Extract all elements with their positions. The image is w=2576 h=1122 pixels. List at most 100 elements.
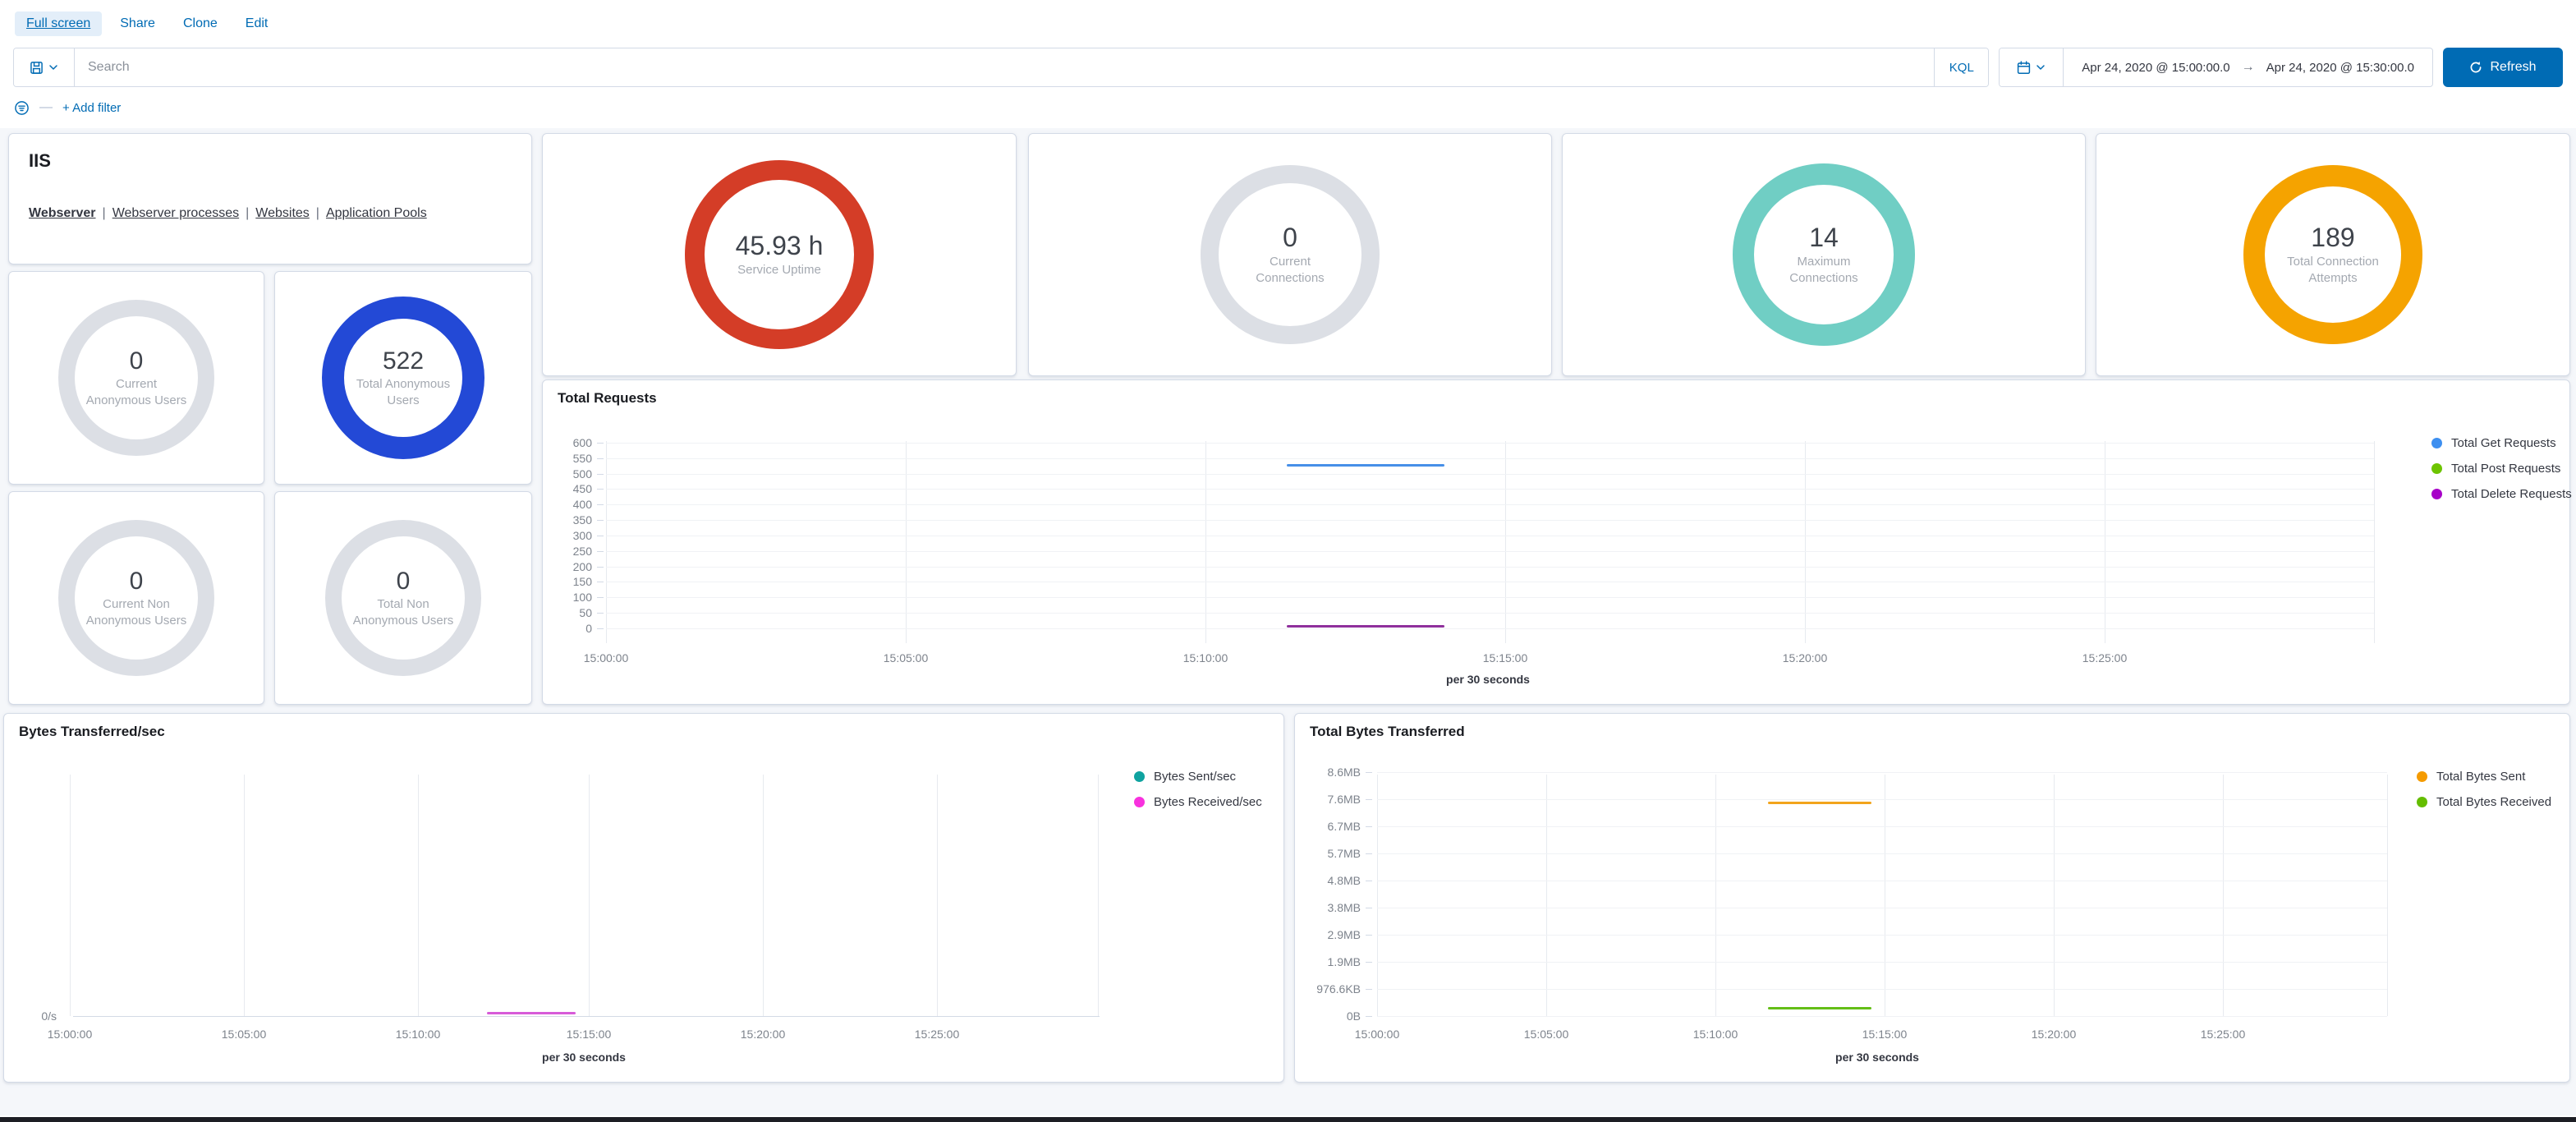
link-websites[interactable]: Websites <box>255 206 310 220</box>
panel-total-connection-attempts: 189 Total Connection Attempts <box>2096 133 2570 376</box>
iis-links: Webserver|Webserver processes|Websites|A… <box>29 206 427 221</box>
top-navigation: Full screen Share Clone Edit <box>0 0 2576 48</box>
gauge-label: Current Connections <box>1237 254 1343 286</box>
gauge-value: 45.93 h <box>709 232 849 260</box>
legend-item[interactable]: Total Bytes Received <box>2417 795 2551 809</box>
calendar-icon <box>2017 61 2031 75</box>
nav-full-screen[interactable]: Full screen <box>15 11 102 36</box>
y-tick: 50 <box>543 606 592 619</box>
save-icon <box>30 61 44 75</box>
y-tick: 0B <box>1295 1009 1361 1023</box>
legend-label: Total Delete Requests <box>2451 487 2572 501</box>
add-filter-button[interactable]: + Add filter <box>62 101 121 115</box>
gauge-current-non-anonymous-users: 0 Current Non Anonymous Users <box>9 492 264 704</box>
gauge-current-connections: 0 Current Connections <box>1029 134 1551 375</box>
x-axis-label: per 30 seconds <box>502 1051 666 1064</box>
date-to[interactable]: Apr 24, 2020 @ 15:30:00.0 <box>2266 61 2414 75</box>
gauge-value: 189 <box>2279 223 2387 252</box>
legend-item[interactable]: Bytes Received/sec <box>1134 795 1262 809</box>
x-tick: 15:05:00 <box>203 1028 285 1041</box>
link-application-pools[interactable]: Application Pools <box>326 206 427 220</box>
y-tick: 100 <box>543 591 592 604</box>
nav-share[interactable]: Share <box>120 16 155 31</box>
x-axis-label: per 30 seconds <box>1406 673 1570 686</box>
legend-dot <box>2417 797 2427 807</box>
refresh-button[interactable]: Refresh <box>2443 48 2563 87</box>
panel-total-requests: Total Requests <box>542 379 2570 705</box>
series-line-bytes-received-per-sec <box>487 1012 576 1014</box>
y-tick: 3.8MB <box>1295 901 1361 914</box>
y-tick: 550 <box>543 452 592 465</box>
y-tick: 0/s <box>4 1009 57 1023</box>
legend-dot <box>1134 797 1145 807</box>
x-tick: 15:00:00 <box>1336 1028 1418 1041</box>
panel-total-anonymous-users: 522 Total Anonymous Users <box>274 271 532 485</box>
gauge-label: Service Uptime <box>709 262 849 278</box>
query-bar-row: KQL Apr 24, 2020 @ 15:00:00.0 → Apr 24, … <box>0 48 2576 87</box>
bottom-edge-bar <box>0 1117 2576 1122</box>
gauge-value: 0 <box>80 568 192 595</box>
x-tick: 15:10:00 <box>377 1028 459 1041</box>
panel-service-uptime: 45.93 h Service Uptime <box>542 133 1017 376</box>
chart-legend: Total Get Requests Total Post Requests T… <box>2431 436 2572 501</box>
calendar-button[interactable] <box>2000 48 2064 86</box>
x-axis-label: per 30 seconds <box>1795 1051 1959 1064</box>
legend-item[interactable]: Bytes Sent/sec <box>1134 770 1262 784</box>
saved-query-button[interactable] <box>14 48 75 86</box>
series-line-total-bytes-received <box>1768 1007 1871 1009</box>
date-range: Apr 24, 2020 @ 15:00:00.0 → Apr 24, 2020… <box>2064 48 2432 86</box>
x-tick: 15:10:00 <box>1674 1028 1756 1041</box>
y-tick: 300 <box>543 529 592 542</box>
x-tick: 15:05:00 <box>1505 1028 1587 1041</box>
iis-title: IIS <box>29 150 51 172</box>
x-tick: 15:25:00 <box>2182 1028 2264 1041</box>
filter-icon[interactable] <box>14 100 30 116</box>
filter-divider <box>39 107 53 108</box>
x-tick: 15:15:00 <box>1844 1028 1926 1041</box>
chevron-down-icon <box>48 62 58 72</box>
chart-title: Total Requests <box>558 390 657 407</box>
legend-label: Bytes Sent/sec <box>1154 770 1236 784</box>
panel-iis: IIS Webserver|Webserver processes|Websit… <box>8 133 532 264</box>
y-tick: 5.7MB <box>1295 847 1361 860</box>
y-tick: 350 <box>543 513 592 527</box>
legend-label: Total Get Requests <box>2451 436 2556 450</box>
y-tick: 1.9MB <box>1295 955 1361 968</box>
x-tick: 15:00:00 <box>565 651 647 664</box>
y-tick: 4.8MB <box>1295 874 1361 887</box>
legend-item[interactable]: Total Delete Requests <box>2431 487 2572 501</box>
chart-title: Bytes Transferred/sec <box>19 724 165 740</box>
date-from[interactable]: Apr 24, 2020 @ 15:00:00.0 <box>2082 61 2229 75</box>
x-tick: 15:20:00 <box>1764 651 1846 664</box>
legend-item[interactable]: Total Bytes Sent <box>2417 770 2551 784</box>
panel-total-bytes-transferred: Total Bytes Transferred <box>1294 713 2570 1083</box>
gauge-label: Total Non Anonymous Users <box>347 596 459 628</box>
gauge-label: Maximum Connections <box>1770 254 1877 286</box>
legend-label: Total Post Requests <box>2451 462 2560 476</box>
nav-clone[interactable]: Clone <box>183 16 218 31</box>
legend-dot <box>2431 489 2442 499</box>
kql-button[interactable]: KQL <box>1934 48 1988 86</box>
link-webserver-processes[interactable]: Webserver processes <box>112 206 239 220</box>
y-tick: 7.6MB <box>1295 793 1361 806</box>
y-tick: 976.6KB <box>1295 982 1361 996</box>
gauge-label: Current Non Anonymous Users <box>80 596 192 628</box>
gauge-total-anonymous-users: 522 Total Anonymous Users <box>275 272 531 484</box>
gauge-value: 14 <box>1770 223 1877 252</box>
gauge-value: 0 <box>85 347 188 375</box>
link-webserver[interactable]: Webserver <box>29 206 96 220</box>
gauge-total-non-anonymous-users: 0 Total Non Anonymous Users <box>275 492 531 704</box>
legend-item[interactable]: Total Get Requests <box>2431 436 2572 450</box>
gauge-value: 0 <box>347 568 459 595</box>
legend-dot <box>2431 463 2442 474</box>
gauge-service-uptime: 45.93 h Service Uptime <box>543 134 1016 375</box>
y-tick: 8.6MB <box>1295 766 1361 779</box>
search-input[interactable] <box>75 48 1934 86</box>
nav-edit[interactable]: Edit <box>246 16 269 31</box>
gauge-value: 0 <box>1237 223 1343 252</box>
x-tick: 15:25:00 <box>2064 651 2146 664</box>
legend-dot <box>2417 771 2427 782</box>
x-tick: 15:20:00 <box>2013 1028 2095 1041</box>
legend-item[interactable]: Total Post Requests <box>2431 462 2572 476</box>
dashboard-grid: IIS Webserver|Webserver processes|Websit… <box>0 128 2576 1115</box>
